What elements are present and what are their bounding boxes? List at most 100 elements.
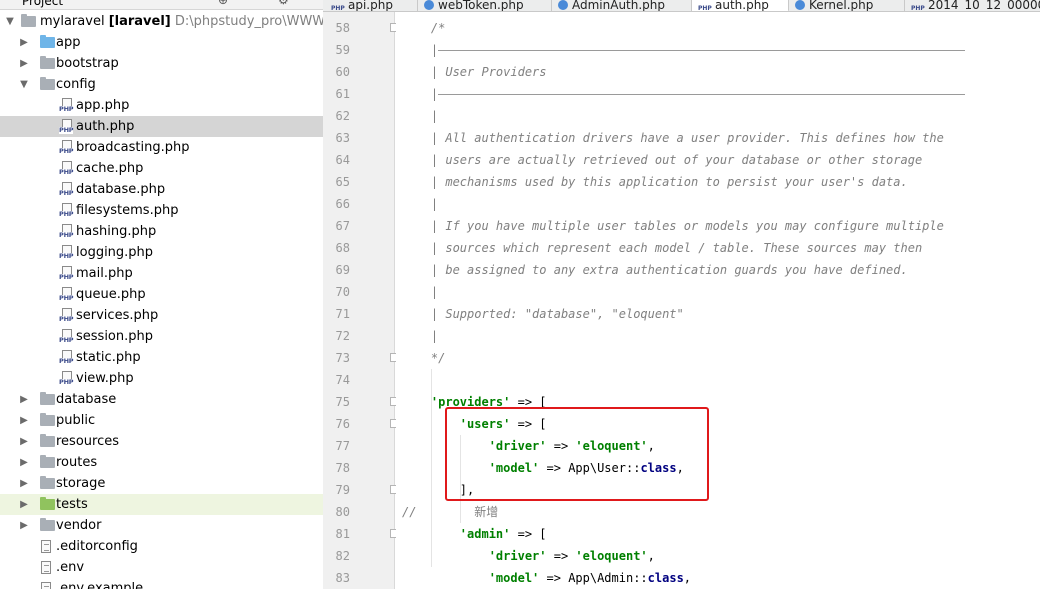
tree-folder-config[interactable]: ▼ config [0, 74, 323, 95]
chevron-right-icon[interactable]: ▶ [18, 452, 30, 473]
tab-kernel-php[interactable]: Kernel.php [789, 0, 905, 11]
code-token: | [402, 328, 439, 343]
tree-file-view-php[interactable]: PHP view.php [0, 368, 323, 389]
project-panel-header: Project ⊕ ⚙ [0, 0, 323, 10]
code-line: | If you have multiple user tables or mo… [402, 215, 944, 237]
tree-file-static-php[interactable]: PHP static.php [0, 347, 323, 368]
tree-folder-app[interactable]: ▶ app [0, 32, 323, 53]
tree-folder-resources[interactable]: ▶ resources [0, 431, 323, 452]
line-number: 71 [335, 306, 350, 321]
tree-folder-vendor[interactable]: ▶ vendor [0, 515, 323, 536]
line-number: 82 [335, 548, 350, 563]
tab-auth-php[interactable]: PHP auth.php [692, 0, 789, 11]
chevron-right-icon[interactable]: ▶ [18, 473, 30, 494]
chevron-down-icon[interactable]: ▼ [18, 74, 30, 95]
chevron-right-icon[interactable]: ▶ [18, 515, 30, 536]
tree-file-env[interactable]: .env [0, 557, 323, 578]
chevron-right-icon[interactable]: ▶ [18, 389, 30, 410]
chevron-down-icon[interactable]: ▼ [4, 11, 16, 32]
tree-file-filesystems-php[interactable]: PHP filesystems.php [0, 200, 323, 221]
code-line: | users are actually retrieved out of yo… [402, 149, 922, 171]
code-editor[interactable]: /* | | User Providers | | | All authenti… [396, 12, 1040, 589]
tree-file-services-php[interactable]: PHP services.php [0, 305, 323, 326]
tab-adminauth-php[interactable]: AdminAuth.php [552, 0, 692, 12]
line-number: 63 [335, 130, 350, 145]
code-token: | [402, 284, 439, 299]
editor-gutter: 58 59 60 61 62 63 64 65 66 67 68 69 70 71 72 73 74 75 76 77… [323, 12, 399, 589]
tree-folder-routes[interactable]: ▶ routes [0, 452, 323, 473]
line-number: 62 [335, 108, 350, 123]
folder-icon [21, 14, 36, 27]
tree-file-logging-php[interactable]: PHP logging.php [0, 242, 323, 263]
tree-item-label: queue.php [76, 287, 146, 302]
php-file-icon: PHP [59, 329, 74, 345]
tree-folder-database[interactable]: ▶ database [0, 389, 323, 410]
tree-file-queue-php[interactable]: PHP queue.php [0, 284, 323, 305]
code-token: | [402, 86, 439, 101]
code-token: | mechanisms used by this application to… [402, 174, 908, 189]
php-badge: PHP [59, 147, 74, 155]
code-token: 'admin' [459, 526, 511, 541]
line-number: 80 [335, 504, 350, 519]
chevron-right-icon[interactable]: ▶ [18, 53, 30, 74]
php-badge: PHP [59, 189, 74, 197]
tree-item-label: tests [56, 497, 88, 512]
tree-folder-tests[interactable]: ▶ tests [0, 494, 323, 515]
tree-file-mail-php[interactable]: PHP mail.php [0, 263, 323, 284]
chevron-right-icon[interactable]: ▶ [18, 494, 30, 515]
php-badge: PHP [59, 378, 74, 386]
php-file-icon: PHP [911, 5, 925, 12]
php-badge: PHP [59, 252, 74, 260]
line-number: 70 [335, 284, 350, 299]
root-path: D:\phpstudy_pro\WWW\myla [174, 14, 323, 29]
line-number: 78 [335, 460, 350, 475]
folder-icon [40, 413, 55, 426]
tree-root[interactable]: ▼ mylaravel [laravel] D:\phpstudy_pro\WW… [0, 11, 323, 32]
code-token: | be assigned to any extra authenticatio… [402, 262, 908, 277]
tree-folder-bootstrap[interactable]: ▶ bootstrap [0, 53, 323, 74]
tree-file-editorconfig[interactable]: .editorconfig [0, 536, 323, 557]
line-number: 72 [335, 328, 350, 343]
tree-file-env-example[interactable]: .env.example [0, 578, 323, 589]
tree-item-label: app.php [76, 98, 130, 113]
locate-file-icon[interactable]: ⊕ [218, 0, 228, 7]
line-number: 73 [335, 350, 350, 365]
indent-guide [430, 368, 432, 567]
code-line: | [402, 193, 438, 215]
tree-item-label: logging.php [76, 245, 154, 260]
tab-label: AdminAuth.php [572, 0, 666, 12]
tree-item-label: filesystems.php [76, 203, 179, 218]
code-line: /* [402, 17, 445, 39]
comment-separator-line [438, 93, 965, 95]
tree-file-broadcasting-php[interactable]: PHP broadcasting.php [0, 137, 323, 158]
tree-file-hashing-php[interactable]: PHP hashing.php [0, 221, 323, 242]
tree-item-label: broadcasting.php [76, 140, 190, 155]
tree-file-cache-php[interactable]: PHP cache.php [0, 158, 323, 179]
tree-file-database-php[interactable]: PHP database.php [0, 179, 323, 200]
tab-2014-10-12-000000[interactable]: PHP2014_10_12_000000_ [905, 0, 1040, 12]
gear-icon[interactable]: ⚙ [278, 0, 289, 7]
line-number: 67 [335, 218, 350, 233]
tree-folder-public[interactable]: ▶ public [0, 410, 323, 431]
tree-item-label: services.php [76, 308, 159, 323]
chevron-right-icon[interactable]: ▶ [18, 410, 30, 431]
tab-api-php[interactable]: PHP api.php [325, 0, 418, 11]
php-file-icon: PHP [59, 245, 74, 261]
chevron-right-icon[interactable]: ▶ [18, 32, 30, 53]
tree-item-label: hashing.php [76, 224, 157, 239]
tree-file-session-php[interactable]: PHP session.php [0, 326, 323, 347]
line-number: 64 [335, 152, 350, 167]
tree-item-label: resources [56, 434, 120, 449]
line-number: 65 [335, 174, 350, 189]
php-file-icon: PHP [59, 266, 74, 282]
tree-item-label: static.php [76, 350, 141, 365]
tree-file-auth-php[interactable]: PHP auth.php [0, 116, 323, 137]
line-number: 77 [335, 438, 350, 453]
tab-webtoken-php[interactable]: webToken.php [418, 0, 552, 11]
folder-icon [40, 476, 55, 489]
chevron-right-icon[interactable]: ▶ [18, 431, 30, 452]
tree-folder-storage[interactable]: ▶ storage [0, 473, 323, 494]
tree-file-app-php[interactable]: PHP app.php [0, 95, 323, 116]
